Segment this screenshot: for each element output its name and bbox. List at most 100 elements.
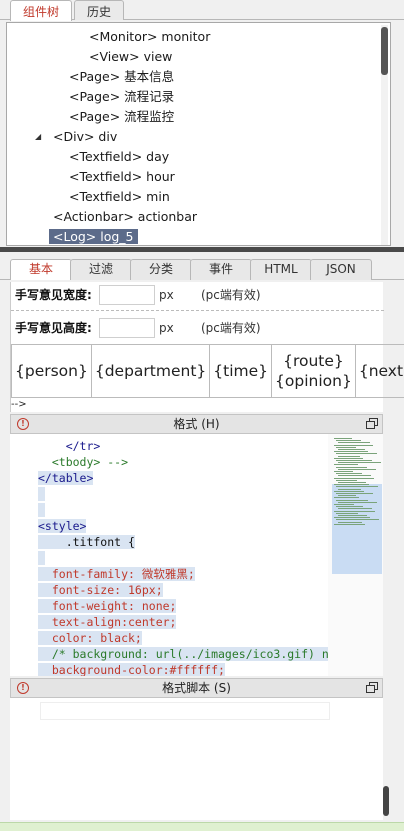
minimap-line	[336, 460, 372, 461]
minimap-line	[334, 497, 359, 499]
tree-item-label: <Monitor> monitor	[89, 29, 211, 44]
tree-item-label: <Textfield> day	[69, 149, 170, 164]
tree-item-label: <Textfield> hour	[69, 169, 175, 184]
preview-opinion: {opinion}	[275, 372, 352, 390]
tree-item[interactable]: <Monitor> monitor	[85, 27, 214, 47]
tree-item-label: <Textfield> min	[69, 189, 170, 204]
tab-html[interactable]: HTML	[250, 259, 312, 280]
height-note: (pc端有效)	[201, 321, 261, 335]
style-section-header[interactable]: ! 格式 (H)	[10, 414, 383, 434]
code-line-text: background-color:#ffffff;	[38, 663, 225, 676]
tab-component-tree[interactable]: 组件树	[10, 0, 73, 21]
tree-item-selected[interactable]: <Log> log_5	[49, 227, 138, 245]
tree-item-label: <Page> 流程监控	[69, 109, 175, 124]
tree-item-label: <Page> 基本信息	[69, 69, 175, 84]
tab-events[interactable]: 事件	[190, 259, 252, 280]
script-scrollbar-thumb[interactable]	[383, 786, 389, 816]
minimap-line	[338, 449, 365, 450]
code-line-text	[38, 487, 45, 501]
restore-window-icon[interactable]	[366, 682, 378, 693]
code-line: </tr>	[38, 438, 101, 454]
component-tree: <Monitor> monitor <View> view <Page> 基本信…	[6, 22, 391, 246]
top-tab-bar: 组件树 历史	[0, 0, 404, 21]
style-section-title: 格式 (H)	[173, 417, 220, 431]
minimap-line	[334, 457, 363, 459]
panel-splitter[interactable]	[0, 247, 404, 252]
tree-item[interactable]: <View> view	[85, 47, 176, 67]
divider	[11, 310, 384, 311]
minimap-line	[334, 504, 354, 505]
minimap-line	[336, 440, 361, 442]
code-line: font-weight: none;	[38, 598, 177, 614]
tree-item-label: <Page> 流程记录	[69, 89, 175, 104]
minimap-line	[334, 510, 375, 512]
minimap-line	[334, 451, 368, 453]
script-section-header[interactable]: ! 格式脚本 (S)	[10, 678, 383, 698]
width-label: 手写意见宽度:	[15, 288, 92, 302]
tree-scrollbar[interactable]	[381, 25, 388, 245]
code-line-text: <tbody> -->	[38, 455, 129, 469]
script-section-title: 格式脚本 (S)	[162, 681, 231, 695]
tree-item-label: <Div> div	[53, 129, 118, 144]
minimap-line	[334, 484, 369, 486]
code-line: <tbody> -->	[38, 454, 128, 470]
code-line-text	[38, 551, 45, 565]
minimap-line	[338, 468, 376, 470]
tree-item[interactable]: <Textfield> hour	[65, 167, 179, 187]
minimap-line	[336, 499, 368, 501]
style-code-editor[interactable]: </tr> <tbody> --> </table> <style> .titfo…	[10, 434, 383, 676]
tab-json[interactable]: JSON	[310, 259, 372, 280]
minimap-line	[338, 515, 367, 516]
preview-cell-time: {time}	[209, 344, 273, 398]
tab-category[interactable]: 分类	[130, 259, 192, 280]
code-line-text: font-size: 16px;	[38, 583, 163, 597]
minimap-line	[338, 462, 381, 464]
code-line-text	[38, 503, 45, 517]
code-line	[38, 486, 45, 502]
minimap-line	[336, 519, 379, 521]
info-icon: !	[17, 682, 29, 694]
script-input-line[interactable]	[40, 702, 330, 720]
code-line: </table>	[38, 470, 94, 486]
tab-history[interactable]: 历史	[74, 0, 125, 20]
tab-filter[interactable]: 过滤	[70, 259, 132, 280]
preview-cell-department: {department}	[90, 344, 211, 398]
tree-item-label: <View> view	[89, 49, 173, 64]
tree-item[interactable]: <Page> 基本信息	[65, 67, 178, 87]
tree-item[interactable]: <Textfield> min	[65, 187, 174, 207]
minimap-line	[336, 486, 378, 488]
tree-item[interactable]: <Actionbar> actionbar	[49, 207, 201, 227]
height-label: 手写意见高度:	[15, 321, 92, 335]
code-line-text: /* background: url(../images/ico3.gif) n…	[38, 647, 336, 661]
collapse-triangle-icon[interactable]: ◢	[35, 127, 41, 147]
code-line: .titfont {	[38, 534, 135, 550]
tree-item[interactable]: ◢ <Div> div	[35, 127, 121, 147]
height-unit: px	[159, 321, 174, 335]
script-editor[interactable]	[10, 698, 383, 820]
minimap-line	[338, 501, 377, 503]
tree-item[interactable]: <Page> 流程记录	[65, 87, 178, 107]
code-line: color: black;	[38, 630, 142, 646]
minimap-line	[334, 477, 374, 479]
height-input[interactable]	[99, 318, 155, 338]
tab-basic[interactable]: 基本	[10, 259, 72, 280]
minimap-line	[336, 512, 358, 514]
tree-item[interactable]: <Textfield> day	[65, 147, 173, 167]
html-comment-end: -->	[11, 399, 27, 410]
tree-item[interactable]: <Page> 流程监控	[65, 107, 178, 127]
minimap-line	[334, 444, 373, 446]
restore-window-icon[interactable]	[366, 418, 378, 429]
preview-cell-next: {next}	[354, 344, 404, 398]
code-minimap[interactable]	[328, 434, 383, 676]
width-note: (pc端有效)	[201, 288, 261, 302]
width-input[interactable]	[99, 285, 155, 305]
script-scrollbar[interactable]	[383, 698, 391, 820]
code-line: font-size: 16px;	[38, 582, 163, 598]
code-line: /* background: url(../images/ico3.gif) n…	[38, 646, 336, 662]
preview-cell-person: {person}	[11, 344, 92, 398]
minimap-line	[338, 482, 366, 483]
tree-scrollbar-thumb[interactable]	[381, 27, 388, 75]
minimap-line	[338, 475, 371, 477]
code-line: font-family: 微软雅黑;	[38, 566, 195, 582]
code-line-text: </table>	[38, 471, 94, 485]
